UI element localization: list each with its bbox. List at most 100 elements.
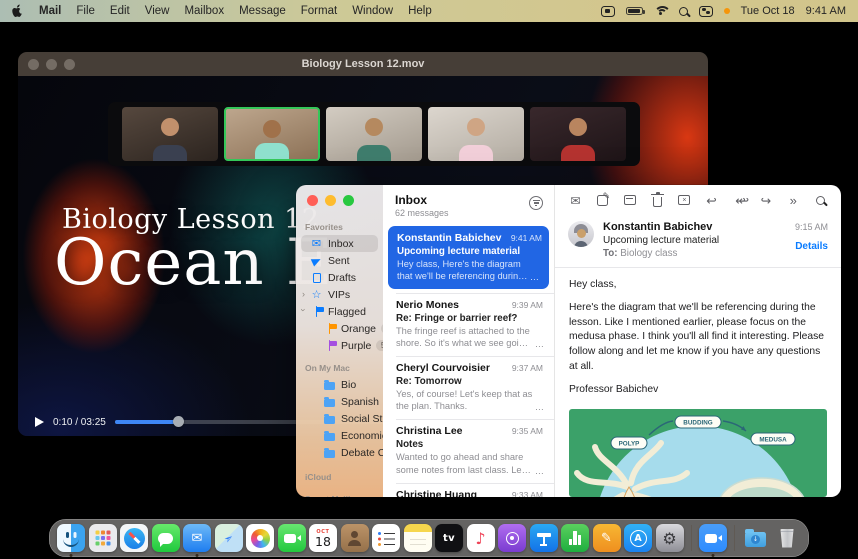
dock-item-appletv[interactable]: tv <box>435 524 463 552</box>
participant-tile <box>428 107 524 161</box>
apple-menu-icon[interactable] <box>12 4 24 18</box>
sidebar-item-flag-purple[interactable]: Purple 5 <box>301 337 378 354</box>
dock: ✉ ➣ OCT18 tv ♪ ✎ A ⚙ <box>49 519 809 557</box>
dock-item-contacts[interactable] <box>341 524 369 552</box>
battery-icon[interactable] <box>626 7 643 16</box>
zoom-button[interactable] <box>343 195 354 206</box>
menu-item-message[interactable]: Message <box>239 5 286 17</box>
menu-item-file[interactable]: File <box>76 5 95 17</box>
filter-icon[interactable] <box>529 196 543 210</box>
purple-flag-icon <box>323 340 336 351</box>
appstore-icon: A <box>630 530 647 547</box>
dock-item-keynote[interactable] <box>530 524 558 552</box>
compose-icon[interactable] <box>595 193 610 208</box>
dock-item-trash[interactable] <box>773 524 801 552</box>
sidebar-item-bio[interactable]: Bio <box>301 376 378 393</box>
message-row[interactable]: Nerio Mones9:39 AM Re: Fringe or barrier… <box>383 293 554 356</box>
mail-window-controls[interactable] <box>307 195 354 206</box>
reply-icon[interactable]: ↩ <box>704 193 719 208</box>
numbers-chart-icon <box>569 531 582 545</box>
message-row[interactable]: Christine Huang9:33 AM Debate club - res… <box>383 483 554 497</box>
forward-icon[interactable]: ↪ <box>759 193 774 208</box>
sidebar-item-social-studies[interactable]: Social Studies <box>301 410 378 427</box>
video-progress-knob[interactable] <box>173 416 184 427</box>
dock-item-music[interactable]: ♪ <box>467 524 495 552</box>
dock-item-finder[interactable] <box>57 524 85 552</box>
diagram-label-budding: BUDDING <box>683 419 712 426</box>
messages-bubble-icon <box>158 533 173 544</box>
dock-item-mail[interactable]: ✉ <box>183 524 211 552</box>
menu-item-view[interactable]: View <box>145 5 170 17</box>
dock-item-safari[interactable] <box>120 524 148 552</box>
sidebar-item-vips[interactable]: › ☆VIPs <box>301 286 378 303</box>
dock-item-zoom[interactable] <box>699 524 727 552</box>
wifi-icon[interactable] <box>654 6 668 17</box>
sidebar-item-sent[interactable]: Sent <box>301 252 378 269</box>
dock-item-settings[interactable]: ⚙ <box>656 524 684 552</box>
sidebar-section-icloud[interactable]: iCloud <box>296 472 383 482</box>
sidebar-item-drafts[interactable]: Drafts <box>301 269 378 286</box>
dock-item-launchpad[interactable] <box>89 524 117 552</box>
menu-item-window[interactable]: Window <box>352 5 393 17</box>
dock-item-calendar[interactable]: OCT18 <box>309 524 337 552</box>
sidebar-item-flagged[interactable]: › Flagged <box>301 303 378 320</box>
dock-item-podcasts[interactable] <box>498 524 526 552</box>
message-row[interactable]: Christina Lee9:35 AM Notes Wanted to go … <box>383 419 554 482</box>
reply-all-icon[interactable]: ↩↩ <box>731 193 746 208</box>
junk-icon[interactable]: × <box>677 193 692 208</box>
dock-item-photos[interactable] <box>246 524 274 552</box>
sidebar-item-economics[interactable]: Economics <box>301 427 378 444</box>
facetime-camera-icon <box>284 534 296 543</box>
contacts-person-icon <box>347 531 363 545</box>
sidebar-item-spanish[interactable]: Spanish <box>301 393 378 410</box>
menu-bar-date[interactable]: Tue Oct 18 <box>741 5 795 17</box>
sidebar-item-flag-orange[interactable]: Orange 3 <box>301 320 378 337</box>
menu-item-format[interactable]: Format <box>301 5 337 17</box>
menu-item-edit[interactable]: Edit <box>110 5 130 17</box>
dock-item-pages[interactable]: ✎ <box>593 524 621 552</box>
control-center-icon[interactable] <box>699 6 713 17</box>
play-button[interactable] <box>35 417 44 427</box>
sender-avatar <box>568 221 594 247</box>
more-toolbar-items-icon[interactable]: » <box>786 193 801 208</box>
close-button[interactable] <box>28 59 39 70</box>
archive-icon[interactable] <box>622 193 637 208</box>
sidebar-section-smart-mailboxes[interactable]: Smart Mailboxes <box>296 494 383 497</box>
close-button[interactable] <box>307 195 318 206</box>
video-title-bar[interactable]: Biology Lesson 12.mov <box>18 52 708 76</box>
trash-icon[interactable] <box>650 193 665 208</box>
dock-item-messages[interactable] <box>152 524 180 552</box>
menu-item-mailbox[interactable]: Mailbox <box>184 5 224 17</box>
disclosure-chevron-icon[interactable]: › <box>299 309 309 312</box>
video-window-controls[interactable] <box>28 59 75 70</box>
minimize-button[interactable] <box>325 195 336 206</box>
details-link[interactable]: Details <box>795 241 828 252</box>
menu-item-mail[interactable]: Mail <box>39 5 61 17</box>
disclosure-chevron-icon[interactable]: › <box>302 289 305 299</box>
message-row-selected[interactable]: Konstantin Babichev9:41 AM Upcoming lect… <box>388 226 549 289</box>
trash-icon <box>780 529 795 548</box>
message-row[interactable]: Cheryl Courvoisier9:37 AM Re: Tomorrow Y… <box>383 356 554 419</box>
sidebar-item-debate-club[interactable]: Debate Club <box>301 444 378 461</box>
podcasts-icon <box>506 532 519 545</box>
dock-item-appstore[interactable]: A <box>624 524 652 552</box>
screen-mirroring-icon[interactable] <box>601 6 615 17</box>
dock-item-downloads[interactable] <box>742 524 770 552</box>
mail-toolbar: ✉ × ↩ ↩↩ ↪ » <box>555 185 841 215</box>
safari-compass-icon <box>124 528 145 549</box>
sidebar-item-inbox[interactable]: ✉Inbox <box>301 235 378 252</box>
participant-tile-active-speaker <box>224 107 320 161</box>
search-icon[interactable] <box>813 193 828 208</box>
minimize-button[interactable] <box>46 59 57 70</box>
get-mail-icon[interactable]: ✉ <box>568 193 583 208</box>
spotlight-search-icon[interactable] <box>679 7 688 16</box>
dock-item-reminders[interactable] <box>372 524 400 552</box>
dock-item-maps[interactable]: ➣ <box>215 524 243 552</box>
dock-item-facetime[interactable] <box>278 524 306 552</box>
menu-bar-time[interactable]: 9:41 AM <box>806 5 846 17</box>
menu-item-help[interactable]: Help <box>408 5 432 17</box>
message-header: Konstantin Babichev Upcoming lecture mat… <box>555 215 841 268</box>
dock-item-numbers[interactable] <box>561 524 589 552</box>
zoom-button[interactable] <box>64 59 75 70</box>
dock-item-notes[interactable] <box>404 524 432 552</box>
